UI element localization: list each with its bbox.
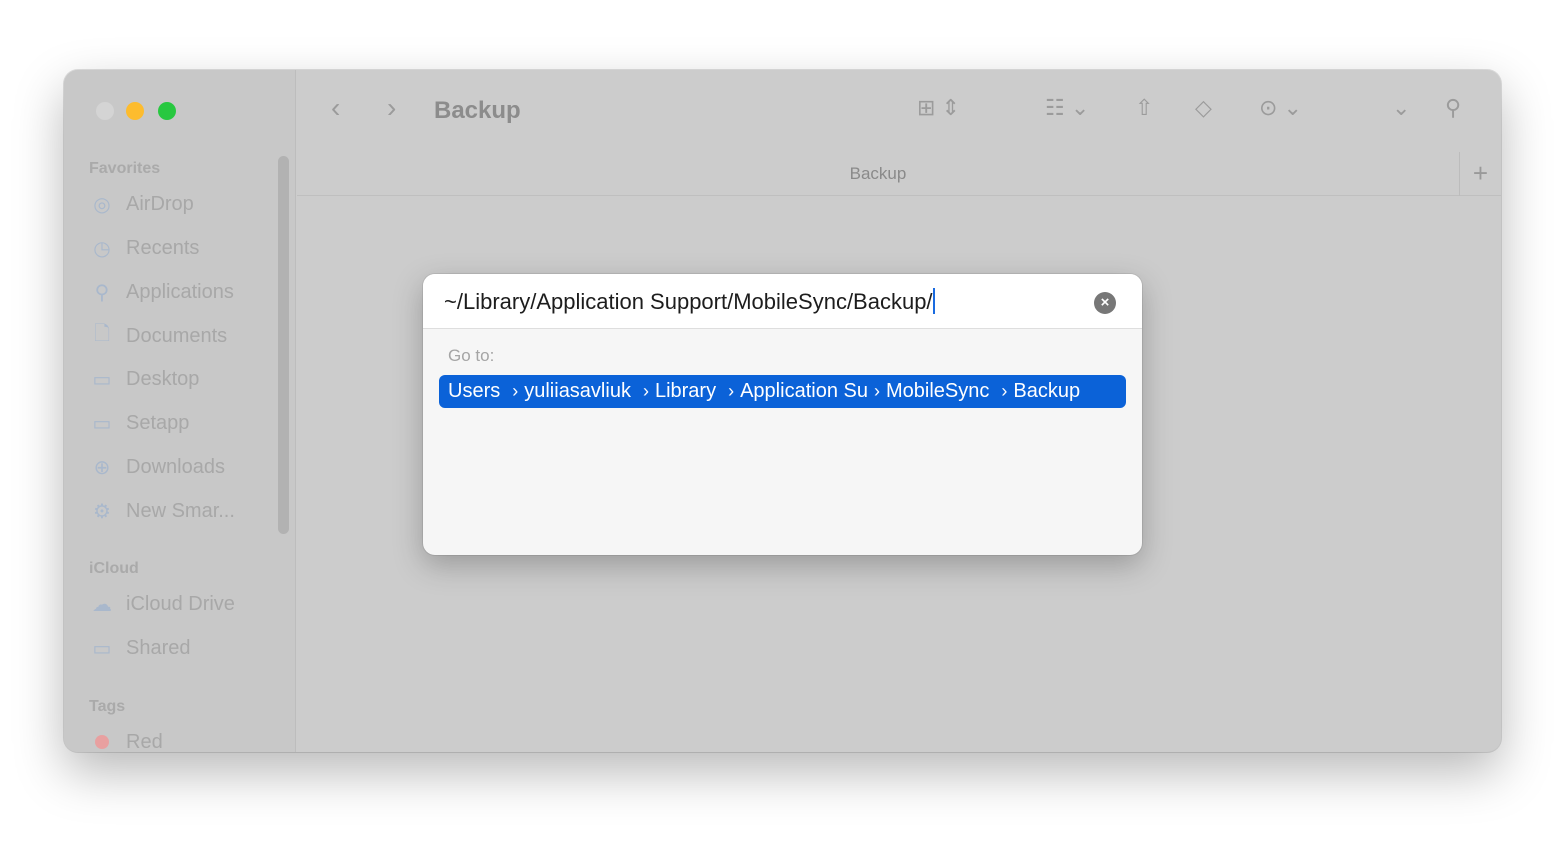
label: Red	[126, 730, 163, 753]
crumb-mobilesync: MobileSync	[885, 380, 990, 402]
sidebar-item-applications[interactable]: ⚲ Applications	[90, 277, 234, 307]
share-icon[interactable]: ⇧	[1135, 95, 1153, 121]
path-suggestion[interactable]: Users › yuliiasavliuk › Library › Applicati…	[439, 375, 1126, 408]
shared-folder-icon: ▭	[92, 637, 112, 660]
crumb-application-support: Application Su	[740, 380, 868, 402]
view-grid-icon[interactable]: ⊞ ⇕	[917, 95, 960, 121]
label: Shared	[126, 636, 191, 659]
crumb-user: yuliiasavliuk	[524, 380, 631, 402]
sidebar-item-shared[interactable]: ▭ Shared	[90, 633, 191, 663]
crumb-users: Users	[448, 380, 501, 402]
tab-backup[interactable]: Backup	[297, 164, 1459, 184]
gear-icon: ⚙	[93, 500, 111, 523]
close-button[interactable]	[96, 102, 114, 120]
clear-input-icon[interactable]: ×	[1094, 292, 1116, 314]
chevron-right-icon: ›	[728, 381, 735, 401]
label: Recents	[126, 236, 200, 259]
clock-icon: ◷	[93, 237, 111, 260]
crumb-library: Library	[654, 380, 717, 402]
sidebar-item-downloads[interactable]: ⊕ Downloads	[90, 452, 225, 482]
tag-icon[interactable]: ◇	[1195, 95, 1212, 121]
forward-button[interactable]: ›	[387, 92, 396, 124]
new-tab-button[interactable]: +	[1459, 152, 1501, 196]
label: Desktop	[126, 367, 200, 390]
path-input[interactable]: ~/Library/Application Support/MobileSync…	[423, 274, 1142, 329]
window-title: Backup	[434, 97, 521, 124]
desktop-icon: ▭	[92, 368, 112, 391]
applications-icon: ⚲	[94, 281, 110, 304]
go-to-folder-dialog: ~/Library/Application Support/MobileSync…	[423, 274, 1142, 555]
search-icon[interactable]: ⚲	[1445, 95, 1461, 121]
document-icon: 🗋	[93, 323, 111, 345]
icloud-header: iCloud	[89, 560, 139, 577]
chevron-right-icon: ›	[512, 381, 519, 401]
label: New Smar...	[126, 499, 235, 522]
sidebar-scrollbar[interactable]	[278, 156, 289, 534]
airdrop-icon: ◎	[93, 193, 111, 216]
tags-header: Tags	[89, 698, 126, 715]
tab-bar: Backup +	[297, 152, 1501, 196]
download-icon: ⊕	[93, 456, 111, 479]
goto-label: Go to:	[448, 346, 495, 365]
folder-icon: ▭	[92, 412, 112, 435]
back-button[interactable]: ‹	[331, 92, 340, 124]
chevron-right-icon: ›	[1001, 381, 1008, 401]
cloud-icon: ☁	[92, 593, 112, 616]
sidebar-item-airdrop[interactable]: ◎ AirDrop	[90, 189, 194, 219]
label: Applications	[126, 280, 234, 303]
more-actions-icon[interactable]: ⊙ ⌄	[1259, 95, 1302, 121]
chevron-right-icon: ›	[873, 381, 880, 401]
group-icon[interactable]: ☷ ⌄	[1045, 95, 1089, 121]
label: AirDrop	[126, 192, 194, 215]
label: iCloud Drive	[126, 592, 235, 615]
sidebar: Favorites ◎ AirDrop ◷ Recents ⚲ Application…	[64, 70, 296, 752]
red-tag-dot-icon	[90, 730, 114, 752]
label: Setapp	[126, 411, 190, 434]
sidebar-item-tag-red[interactable]: Red	[90, 727, 163, 752]
chevron-down-icon[interactable]: ⌄	[1392, 95, 1410, 121]
minimize-button[interactable]	[126, 102, 144, 120]
sidebar-item-documents[interactable]: 🗋 Documents	[90, 321, 227, 351]
sidebar-item-recents[interactable]: ◷ Recents	[90, 233, 199, 263]
chevron-right-icon: ›	[642, 381, 649, 401]
path-input-value[interactable]: ~/Library/Application Support/MobileSync…	[444, 289, 933, 314]
favorites-header: Favorites	[89, 160, 161, 177]
crumb-backup: Backup	[1013, 380, 1081, 402]
label: Documents	[126, 324, 228, 347]
toolbar: ‹ › Backup ⊞ ⇕ ☷ ⌄ ⇧ ◇ ⊙ ⌄ ⌄ ⚲	[297, 70, 1501, 152]
sidebar-item-icloud-drive[interactable]: ☁ iCloud Drive	[90, 589, 235, 619]
text-caret	[932, 288, 935, 314]
sidebar-item-smart-folder[interactable]: ⚙ New Smar...	[90, 496, 235, 526]
zoom-button[interactable]	[158, 102, 176, 120]
sidebar-item-desktop[interactable]: ▭ Desktop	[90, 364, 200, 394]
sidebar-item-setapp[interactable]: ▭ Setapp	[90, 408, 190, 438]
label: Downloads	[126, 455, 225, 478]
